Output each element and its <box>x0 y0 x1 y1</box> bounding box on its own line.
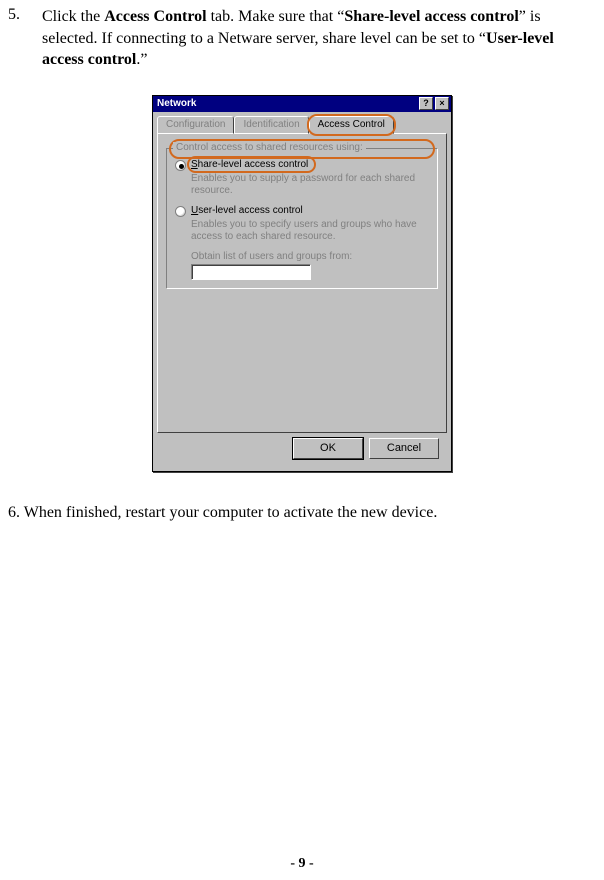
tab-panel: Control access to shared resources using… <box>157 133 447 433</box>
cancel-button[interactable]: Cancel <box>369 438 439 459</box>
step-5-text: Click the Access Control tab. Make sure … <box>42 6 596 71</box>
dialog-footer: OK Cancel <box>157 433 447 467</box>
tab-access-control[interactable]: Access Control <box>309 116 394 134</box>
tab-identification[interactable]: Identification <box>234 116 308 134</box>
group-legend: Control access to shared resources using… <box>173 142 366 153</box>
page-number: - 9 - <box>0 856 604 872</box>
tabs: Configuration Identification Access Cont… <box>157 116 447 134</box>
step-5-number: 5. <box>8 6 42 71</box>
tab-configuration[interactable]: Configuration <box>157 116 234 134</box>
access-control-group: Control access to shared resources using… <box>166 148 438 289</box>
share-level-desc: Enables you to supply a password for eac… <box>191 173 429 197</box>
obtain-list-input[interactable] <box>191 264 311 280</box>
radio-user-level[interactable] <box>175 206 186 217</box>
ok-button[interactable]: OK <box>293 438 363 459</box>
radio-share-level[interactable] <box>175 160 186 171</box>
step-5: 5. Click the Access Control tab. Make su… <box>8 6 596 71</box>
radio-share-level-label: Share-level access control <box>191 159 308 170</box>
network-dialog: Network ? × Configuration Identification… <box>152 95 452 472</box>
radio-user-level-row[interactable]: User-level access control <box>175 205 429 217</box>
user-level-desc: Enables you to specify users and groups … <box>191 219 429 243</box>
help-button[interactable]: ? <box>419 97 433 110</box>
radio-user-level-label: User-level access control <box>191 205 303 216</box>
dialog-title: Network <box>155 98 417 109</box>
step-6-text: 6. When finished, restart your computer … <box>8 502 596 524</box>
obtain-list-label: Obtain list of users and groups from: <box>191 251 429 262</box>
dialog-titlebar[interactable]: Network ? × <box>153 96 451 112</box>
radio-share-level-row[interactable]: Share-level access control <box>175 159 429 171</box>
close-button[interactable]: × <box>435 97 449 110</box>
network-dialog-figure: Network ? × Configuration Identification… <box>8 95 596 472</box>
